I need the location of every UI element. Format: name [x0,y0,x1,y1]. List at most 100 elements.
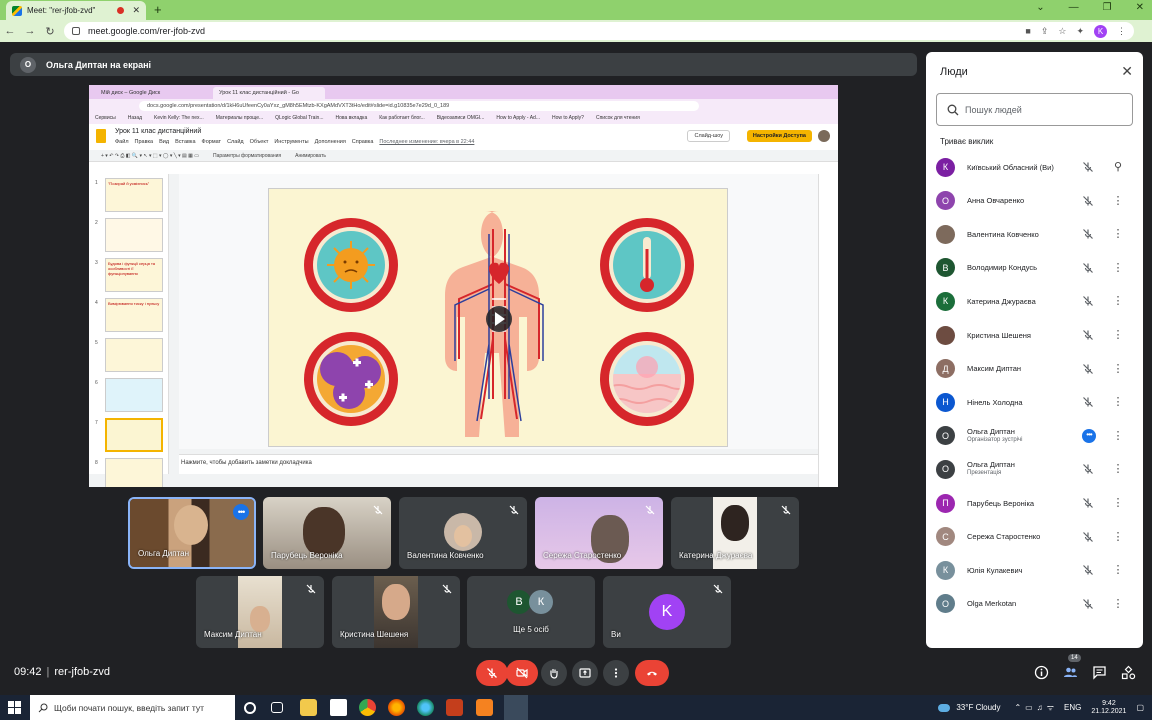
participant-row[interactable]: П Парубець Вероніка ⋮ [936,489,1136,517]
mic-off-icon[interactable] [1081,496,1095,510]
share-page-icon[interactable]: ⇪ [1041,26,1049,37]
leave-call-button[interactable] [635,660,669,686]
raise-hand-button[interactable] [541,660,567,686]
powerpoint-icon[interactable] [446,699,463,716]
participant-row[interactable]: В Володимир Кондусь ⋮ [936,254,1136,282]
mic-off-icon[interactable] [1081,362,1095,376]
more-options-icon[interactable]: ⋮ [1110,394,1126,410]
close-panel-icon[interactable]: ✕ [1121,63,1133,80]
mic-off-icon[interactable] [1081,530,1095,544]
url-field[interactable]: meet.google.com/rer-jfob-zvd ■ ⇪ ☆ ✦ K ⋮ [64,22,1134,40]
participant-row[interactable]: О Ольга Диптан Організатор зустрічі ••• ⋮ [936,422,1136,450]
mic-off-icon[interactable] [1081,563,1095,577]
more-options-icon[interactable]: ⋮ [1110,327,1126,343]
tile-you[interactable]: K Ви [603,576,731,648]
people-button[interactable]: 14 [1061,654,1081,681]
more-options-icon[interactable]: ⋮ [1110,193,1126,209]
more-options-icon[interactable]: ⋮ [1110,428,1126,444]
close-window-icon[interactable]: ✕ [1136,2,1144,13]
extensions-icon[interactable]: ✦ [1076,26,1084,37]
bookmark-star-icon[interactable]: ☆ [1058,26,1066,37]
mic-toggle-button[interactable] [476,660,508,686]
chat-button[interactable] [1090,663,1108,681]
people-search-input[interactable]: Пошук людей [936,93,1133,126]
mic-off-icon[interactable] [1081,294,1095,308]
tile-olga-diptan[interactable]: ••• Ольга Диптан [128,497,256,569]
participant-row[interactable]: С Сережа Старостенко ⋮ [936,523,1136,551]
tray-icons[interactable]: ⌃▭♫ᯤ [1014,702,1058,713]
participant-row[interactable]: О Ольга Диптан Презентація ⋮ [936,455,1136,483]
notifications-icon[interactable]: ▢ [1136,703,1144,712]
tile-serezha-starostenko[interactable]: Сережа Старостенко [535,497,663,569]
forward-icon[interactable]: → [20,25,40,37]
participant-row[interactable]: O Olga Merkotan ⋮ [936,590,1136,618]
participant-row[interactable]: О Анна Овчаренко ⋮ [936,187,1136,215]
mic-off-icon[interactable] [1081,160,1095,174]
more-options-icon[interactable]: ⋮ [1110,529,1126,545]
restore-icon[interactable]: ❐ [1103,2,1112,13]
participant-row[interactable]: Н Нінель Холодна ⋮ [936,388,1136,416]
new-tab-button[interactable]: + [154,2,162,17]
camera-toggle-button[interactable] [506,660,538,686]
close-tab-icon[interactable]: ✕ [132,5,140,16]
chrome-icon[interactable] [359,699,376,716]
weather-text[interactable]: 33°F Cloudy [956,703,1000,712]
firefox-icon[interactable] [388,699,405,716]
browser-tab-meet[interactable]: Meet: "rer-jfob-zvd" ✕ [6,1,146,20]
file-explorer-icon[interactable] [300,699,317,716]
participant-row[interactable]: Валентина Ковченко ⋮ [936,220,1136,248]
mic-off-icon[interactable] [1081,395,1095,409]
more-options-icon[interactable]: ⋮ [1110,260,1126,276]
participant-row[interactable]: Д Максим Диптан ⋮ [936,355,1136,383]
reload-icon[interactable]: ↻ [40,25,60,38]
participant-row[interactable]: К Київський Обласний (Ви) ⚲ [936,153,1136,181]
cortana-icon[interactable] [244,702,256,714]
profile-avatar[interactable]: K [1094,24,1107,38]
task-view-icon[interactable] [271,702,283,713]
avatar: О [936,191,955,211]
tile-maksym-diptan[interactable]: Максим Диптан [196,576,324,648]
mic-off-icon[interactable] [1081,227,1095,241]
more-options-icon[interactable]: ⋮ [1110,461,1126,477]
pin-icon[interactable]: ⚲ [1110,159,1126,175]
app-icon[interactable] [476,699,493,716]
tile-krystyna-sheshenia[interactable]: Кристина Шешеня [332,576,460,648]
tile-more-people[interactable]: В К Ще 5 осіб [467,576,595,648]
more-options-icon[interactable]: ••• [233,504,249,520]
more-options-icon[interactable]: ⋮ [1110,226,1126,242]
more-options-button[interactable] [603,660,629,686]
more-options-icon[interactable]: ⋮ [1110,361,1126,377]
mic-off-icon[interactable] [1081,328,1095,342]
minimize-icon[interactable]: — [1069,2,1079,13]
tile-parubets-veronika[interactable]: Парубець Вероніка [263,497,391,569]
tile-valentyna-kovchenko[interactable]: Валентина Ковченко [399,497,527,569]
slide-thumbnail: "Позирай й усміхнись" [105,178,163,212]
activities-button[interactable] [1119,663,1137,681]
taskbar-search-input[interactable]: Щоби почати пошук, введіть запит тут [30,695,235,720]
mic-off-icon[interactable] [1081,261,1095,275]
store-icon[interactable] [330,699,347,716]
slides-menu-item: Формат [201,139,222,145]
present-screen-button[interactable] [572,660,598,686]
chrome-active-icon[interactable] [504,695,528,720]
tab-search-icon[interactable]: ⌄ [1036,2,1044,13]
participant-row[interactable]: К Юлія Кулакевич ⋮ [936,556,1136,584]
mic-off-icon[interactable] [1081,462,1095,476]
mic-off-icon[interactable] [1081,194,1095,208]
meeting-details-button[interactable] [1032,663,1050,681]
mic-off-icon[interactable] [1081,597,1095,611]
participant-row[interactable]: Кристина Шешеня ⋮ [936,321,1136,349]
more-options-icon[interactable]: ⋮ [1110,562,1126,578]
menu-kebab-icon[interactable]: ⋮ [1117,26,1126,37]
more-options-icon[interactable]: ⋮ [1110,596,1126,612]
taskbar-clock[interactable]: 9:42 21.12.2021 [1091,700,1126,716]
windows-start-icon[interactable] [8,701,21,714]
back-icon[interactable]: ← [0,25,20,37]
tile-kateryna-dzhuraieva[interactable]: Катерина Джураєва [671,497,799,569]
edge-icon[interactable] [417,699,434,716]
camera-icon[interactable]: ■ [1025,26,1030,36]
more-options-icon[interactable]: ⋮ [1110,293,1126,309]
more-options-icon[interactable]: ⋮ [1110,495,1126,511]
participant-row[interactable]: К Катерина Джураєва ⋮ [936,287,1136,315]
language-indicator[interactable]: ENG [1064,703,1081,712]
